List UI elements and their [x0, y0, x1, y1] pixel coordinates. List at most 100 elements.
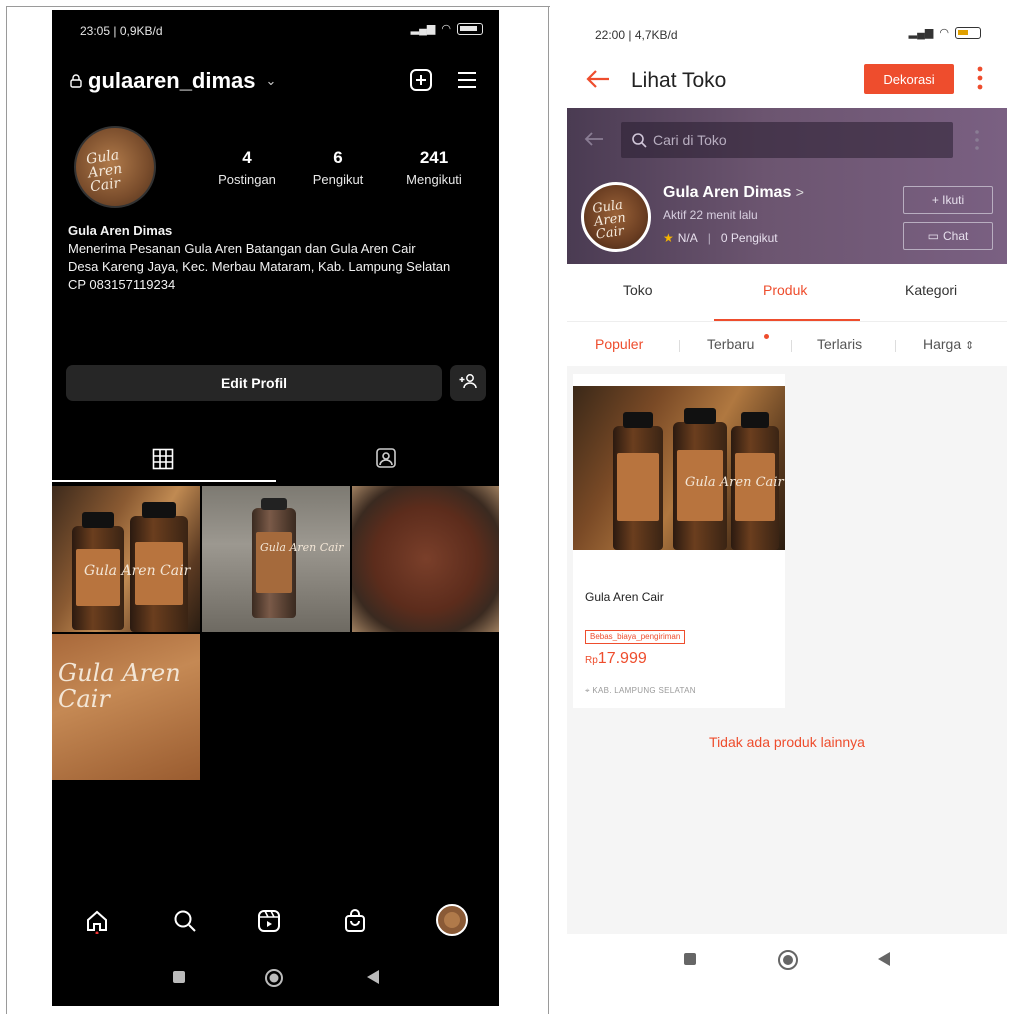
post-thumbnail[interactable]: Gula Aren Cair [52, 634, 200, 780]
sort-updown-icon: ⇕ [965, 340, 975, 352]
stat-posts-count: 4 [242, 148, 252, 167]
sort-divider [679, 340, 680, 352]
banner-back-icon[interactable] [583, 130, 605, 153]
product-price: Rp17.999 [585, 650, 647, 668]
bio-line-3: CP 083157119234 [68, 277, 176, 292]
chat-label: Chat [942, 229, 969, 243]
frame-line-mid [548, 6, 549, 1014]
price-currency: Rp [585, 655, 598, 666]
instagram-screen: 23:05 | 0,9KB/d ▂▄▆ ◠ gulaaren_dimas ⌄ G… [52, 10, 499, 1006]
shopee-screen: 22:00 | 4,7KB/d ▂▄▆ ◠ Lihat Toko Dekoras… [567, 10, 1007, 1006]
post-thumbnail[interactable] [352, 486, 499, 632]
more-options-icon[interactable] [977, 66, 983, 95]
menu-icon[interactable] [455, 68, 479, 97]
stat-followers[interactable]: 6 Pengikut [298, 148, 378, 187]
star-icon: ★ [663, 231, 674, 245]
lock-icon [70, 74, 82, 88]
stat-posts[interactable]: 4 Postingan [212, 148, 282, 187]
home-system-icon[interactable] [777, 949, 799, 976]
sort-harga-label: Harga [923, 336, 962, 352]
rating-divider: | [707, 231, 711, 245]
banner-more-icon[interactable] [975, 130, 979, 155]
shop-active-status: Aktif 22 menit lalu [663, 208, 758, 222]
sort-populer[interactable]: Populer [595, 336, 643, 352]
profile-avatar[interactable]: Gula Aren Cair [74, 126, 156, 208]
stat-following[interactable]: 241 Mengikuti [392, 148, 476, 187]
chevron-down-icon[interactable]: ⌄ [266, 73, 277, 89]
product-location-text: KAB. LAMPUNG SELATAN [592, 686, 696, 695]
shop-rating: ★ N/A | 0 Pengikut [663, 231, 778, 245]
back-arrow-icon[interactable] [585, 68, 611, 95]
back-system-icon[interactable] [877, 951, 891, 972]
shop-logo[interactable]: Gula Aren Cair [581, 182, 651, 252]
sort-harga[interactable]: Harga ⇕ [923, 336, 974, 352]
system-nav-bar [567, 934, 1007, 1006]
header-actions [409, 68, 479, 97]
frame-line-left [6, 6, 7, 1014]
battery-icon [457, 22, 483, 35]
shop-search-input[interactable]: Cari di Toko [621, 122, 953, 158]
chat-icon: ▭ [927, 229, 939, 243]
status-bar-icons: ▂▄▆ ◠ [411, 22, 483, 35]
profile-avatar-icon[interactable] [436, 904, 468, 941]
page-title: Lihat Toko [631, 69, 727, 92]
product-card[interactable]: Gula Aren Cair Gula Aren Cair Bebas_biay… [573, 374, 785, 708]
reels-icon[interactable] [256, 908, 282, 939]
signal-icon: ▂▄▆ [410, 23, 436, 35]
tagged-tab-icon[interactable] [374, 446, 398, 475]
shop-name[interactable]: Gula Aren Dimas > [663, 184, 804, 202]
active-tab-indicator [52, 480, 276, 482]
search-icon [632, 133, 647, 148]
tab-kategori[interactable]: Kategori [905, 282, 957, 298]
chat-button[interactable]: ▭ Chat [903, 222, 993, 250]
bottom-navigation [52, 902, 499, 946]
edit-profile-button[interactable]: Edit Profil [66, 365, 442, 401]
recent-apps-icon[interactable] [683, 952, 697, 971]
post-thumbnail[interactable]: Gula Aren Cair [52, 486, 200, 632]
recent-apps-icon[interactable] [172, 970, 186, 989]
shop-name-text: Gula Aren Dimas [663, 184, 792, 201]
location-pin-icon: ⌖ [585, 686, 590, 695]
status-bar-time: 23:05 | 0,9KB/d [80, 24, 163, 38]
post-thumbnail[interactable]: Gula Aren Cair [202, 486, 350, 632]
active-tab-indicator [714, 319, 860, 321]
tab-toko[interactable]: Toko [623, 282, 653, 298]
bio-line-1: Menerima Pesanan Gula Aren Batangan dan … [68, 241, 416, 256]
profile-tabs [52, 436, 499, 484]
sort-bar: Populer Terbaru Terlaris Harga ⇕ [567, 322, 1007, 366]
back-system-icon[interactable] [366, 969, 380, 990]
signal-icon: ▂▄▆ [908, 27, 934, 39]
product-image: Gula Aren Cair [573, 386, 785, 550]
grid-tab-icon[interactable] [152, 448, 174, 475]
post-label: Gula Aren Cair [260, 541, 344, 554]
follow-button[interactable]: + Ikuti [903, 186, 993, 214]
status-bar-time: 22:00 | 4,7KB/d [595, 28, 678, 42]
stat-followers-label: Pengikut [312, 172, 364, 187]
shop-tabs: Toko Produk Kategori [567, 264, 1007, 322]
price-value: 17.999 [597, 650, 647, 667]
battery-icon [955, 26, 981, 39]
home-system-icon[interactable] [264, 968, 284, 993]
frame-line-top [6, 6, 550, 7]
home-icon[interactable] [84, 908, 110, 939]
bio-name: Gula Aren Dimas [68, 223, 173, 238]
stat-posts-label: Postingan [218, 172, 276, 187]
sort-terlaris[interactable]: Terlaris [817, 336, 862, 352]
no-more-products-text: Tidak ada produk lainnya [709, 734, 865, 750]
dekorasi-button[interactable]: Dekorasi [864, 64, 954, 94]
new-post-icon[interactable] [409, 68, 433, 97]
username[interactable]: gulaaren_dimas [88, 68, 256, 94]
shop-icon[interactable] [342, 908, 368, 939]
shop-banner: Cari di Toko Gula Aren Cair Gula Aren Di… [567, 108, 1007, 264]
tab-produk[interactable]: Produk [763, 282, 807, 298]
chevron-right-icon: > [795, 184, 804, 200]
discover-people-button[interactable] [450, 365, 486, 401]
free-shipping-badge: Bebas_biaya_pengiriman [585, 630, 686, 644]
sort-terbaru[interactable]: Terbaru [707, 336, 754, 352]
add-person-icon [459, 373, 477, 394]
status-bar-icons: ▂▄▆ ◠ [909, 26, 981, 39]
product-location: ⌖ KAB. LAMPUNG SELATAN [585, 686, 696, 696]
product-grid: Gula Aren Cair Gula Aren Cair Bebas_biay… [567, 366, 1007, 934]
search-icon[interactable] [172, 908, 198, 939]
follower-count: 0 Pengikut [720, 231, 778, 245]
